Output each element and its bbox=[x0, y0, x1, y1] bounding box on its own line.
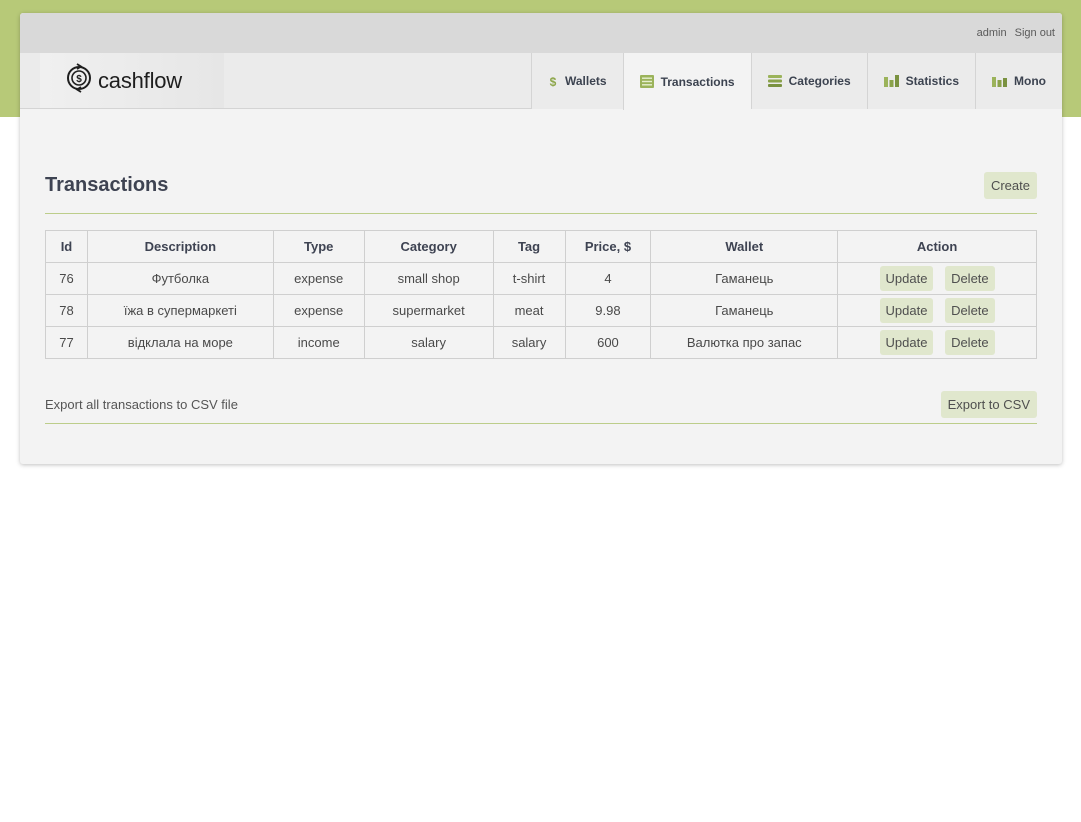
table-header-row: Id Description Type Category Tag Price, … bbox=[45, 230, 1037, 263]
cell-action: Update Delete bbox=[837, 294, 1037, 327]
cell-description: їжа в супермаркеті bbox=[86, 294, 274, 327]
tab-transactions[interactable]: Transactions bbox=[622, 53, 751, 110]
header-wallet: Wallet bbox=[650, 230, 839, 263]
cell-wallet: Гаманець bbox=[650, 262, 839, 295]
tab-mono-label: Mono bbox=[1014, 74, 1046, 88]
cell-id: 77 bbox=[45, 326, 88, 359]
cell-category: small shop bbox=[363, 262, 494, 295]
delete-button[interactable]: Delete bbox=[945, 266, 995, 291]
main-card: admin Sign out $ cashflow $ Wallets Tran… bbox=[20, 13, 1062, 464]
update-button[interactable]: Update bbox=[879, 298, 934, 323]
title-row: Transactions Create bbox=[45, 170, 1037, 200]
nav-row: $ cashflow $ Wallets Transactions Catego… bbox=[20, 53, 1062, 110]
header-category: Category bbox=[363, 230, 494, 263]
list-icon bbox=[639, 75, 654, 88]
create-button[interactable]: Create bbox=[983, 171, 1037, 199]
table-row: 78 їжа в супермаркеті expense supermarke… bbox=[45, 294, 1037, 327]
cell-tag: t-shirt bbox=[492, 262, 566, 295]
header-action: Action bbox=[837, 230, 1037, 263]
stack-icon bbox=[767, 75, 782, 87]
cell-price: 600 bbox=[564, 326, 652, 359]
sign-out-link[interactable]: Sign out bbox=[1015, 27, 1055, 39]
update-button[interactable]: Update bbox=[879, 330, 934, 355]
transactions-table: Id Description Type Category Tag Price, … bbox=[45, 230, 1037, 359]
divider bbox=[45, 423, 1037, 424]
dollar-icon: $ bbox=[548, 74, 558, 88]
cell-type: expense bbox=[272, 294, 365, 327]
tab-mono[interactable]: Mono bbox=[975, 53, 1062, 109]
header-type: Type bbox=[272, 230, 365, 263]
page-title: Transactions bbox=[45, 173, 169, 196]
tab-categories-label: Categories bbox=[788, 74, 851, 88]
page-content: Transactions Create Id Description Type … bbox=[20, 170, 1062, 424]
cell-price: 9.98 bbox=[564, 294, 652, 327]
cell-description: відклала на море bbox=[86, 326, 274, 359]
cell-action: Update Delete bbox=[837, 262, 1037, 295]
cell-id: 76 bbox=[45, 262, 88, 295]
cell-id: 78 bbox=[45, 294, 88, 327]
cell-type: expense bbox=[272, 262, 365, 295]
main-nav: $ Wallets Transactions Categories Statis… bbox=[531, 53, 1062, 110]
cell-category: salary bbox=[363, 326, 494, 359]
bar-chart-icon bbox=[992, 75, 1007, 87]
header-tag: Tag bbox=[492, 230, 566, 263]
delete-button[interactable]: Delete bbox=[945, 330, 995, 355]
cell-description: Футболка bbox=[86, 262, 274, 295]
cell-tag: meat bbox=[492, 294, 566, 327]
user-link[interactable]: admin bbox=[977, 27, 1007, 39]
svg-text:$: $ bbox=[76, 74, 82, 85]
delete-button[interactable]: Delete bbox=[945, 298, 995, 323]
cell-tag: salary bbox=[492, 326, 566, 359]
export-description: Export all transactions to CSV file bbox=[45, 396, 238, 412]
export-csv-button[interactable]: Export to CSV bbox=[940, 390, 1037, 418]
logo[interactable]: $ cashflow bbox=[40, 53, 224, 108]
top-bar: admin Sign out bbox=[20, 13, 1062, 53]
tab-transactions-label: Transactions bbox=[660, 74, 735, 89]
cashflow-logo-icon: $ bbox=[64, 61, 94, 100]
bar-chart-icon bbox=[883, 75, 899, 87]
tab-statistics-label: Statistics bbox=[905, 74, 959, 88]
update-button[interactable]: Update bbox=[879, 266, 934, 291]
tab-wallets[interactable]: $ Wallets bbox=[531, 53, 623, 109]
export-row: Export all transactions to CSV file Expo… bbox=[45, 389, 1037, 419]
svg-text:$: $ bbox=[550, 75, 557, 88]
header-id: Id bbox=[45, 230, 88, 263]
cell-wallet: Гаманець bbox=[650, 294, 839, 327]
tab-wallets-label: Wallets bbox=[565, 74, 607, 88]
header-price: Price, $ bbox=[564, 230, 652, 263]
tab-categories[interactable]: Categories bbox=[750, 53, 867, 109]
cell-wallet: Валютка про запас bbox=[650, 326, 839, 359]
cell-type: income bbox=[272, 326, 365, 359]
cell-category: supermarket bbox=[363, 294, 494, 327]
table-row: 76 Футболка expense small shop t-shirt 4… bbox=[45, 262, 1037, 295]
divider bbox=[45, 213, 1037, 214]
cell-price: 4 bbox=[564, 262, 652, 295]
tab-statistics[interactable]: Statistics bbox=[866, 53, 975, 109]
header-description: Description bbox=[86, 230, 274, 263]
table-row: 77 відклала на море income salary salary… bbox=[45, 326, 1037, 359]
cell-action: Update Delete bbox=[837, 326, 1037, 359]
logo-text: cashflow bbox=[98, 67, 182, 93]
